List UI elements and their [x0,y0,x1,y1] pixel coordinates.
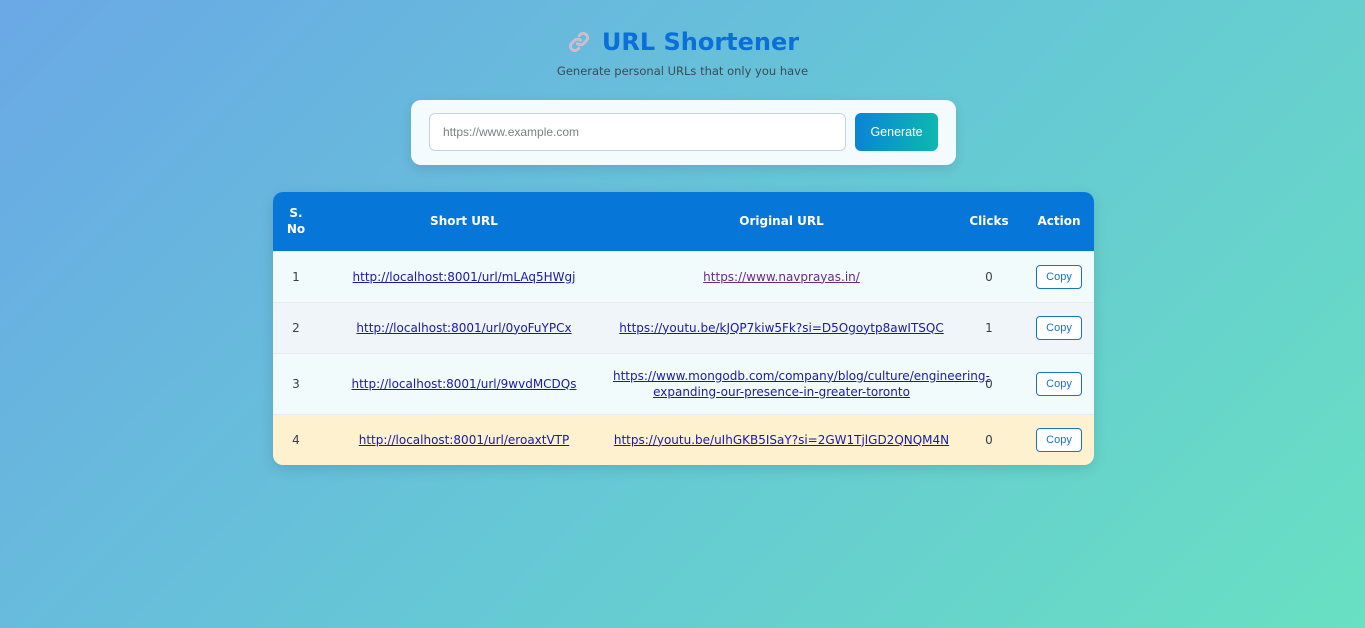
cell-clicks: 0 [954,352,1024,414]
cell-short-url: http://localhost:8001/url/eroaxtVTP [319,413,609,465]
short-url-link[interactable]: http://localhost:8001/url/mLAq5HWgj [353,270,576,284]
cell-original-url: https://www.navprayas.in/ [609,250,954,302]
table-row: 2 http://localhost:8001/url/0yoFuYPCx ht… [273,301,1094,353]
original-url-link[interactable]: https://www.navprayas.in/ [703,270,860,284]
cell-clicks: 0 [954,250,1024,302]
table-header-row: S. No Short URL Original URL Clicks Acti… [273,192,1094,251]
generate-button[interactable]: Generate [855,113,938,151]
column-header-action: Action [1037,214,1081,229]
link-icon [568,32,589,52]
column-header-original-url: Original URL [739,214,824,229]
table-row: 3 http://localhost:8001/url/9wvdMCDQs ht… [273,352,1094,414]
page-title-text: URL Shortener [601,28,800,56]
copy-button[interactable]: Copy [1036,371,1082,396]
original-url-line1: https://www.mongodb.com/company/blog/cul… [613,368,990,383]
short-url-link[interactable]: http://localhost:8001/url/eroaxtVTP [359,433,570,447]
short-url-link[interactable]: http://localhost:8001/url/0yoFuYPCx [356,321,571,335]
cell-short-url: http://localhost:8001/url/9wvdMCDQs [319,352,609,414]
page-title: URL Shortener [566,26,799,58]
page-subtitle: Generate personal URLs that only you hav… [556,64,809,78]
copy-button[interactable]: Copy [1036,427,1082,452]
cell-clicks: 0 [954,413,1024,465]
column-header-clicks: Clicks [969,214,1009,229]
cell-action: Copy [1024,352,1094,414]
cell-sno: 2 [273,301,319,353]
page-header: URL Shortener Generate personal URLs tha… [0,26,1365,78]
urls-table-card: S. No Short URL Original URL Clicks Acti… [273,192,1094,465]
url-input[interactable] [429,113,846,151]
column-header-short-url: Short URL [430,214,498,229]
cell-short-url: http://localhost:8001/url/0yoFuYPCx [319,301,609,353]
column-header-sno: S. No [273,192,319,251]
cell-original-url: https://www.mongodb.com/company/blog/cul… [609,352,990,414]
column-header-sno-line2: No [286,222,306,237]
cell-action: Copy [1024,413,1094,465]
cell-action: Copy [1024,250,1094,302]
copy-button[interactable]: Copy [1036,264,1082,289]
cell-clicks: 1 [954,301,1024,353]
cell-action: Copy [1024,301,1094,353]
cell-sno: 3 [273,352,319,414]
table-row: 4 http://localhost:8001/url/eroaxtVTP ht… [273,413,1094,465]
url-form: Generate [411,100,956,165]
cell-short-url: http://localhost:8001/url/mLAq5HWgj [319,250,609,302]
cell-sno: 4 [273,413,319,465]
original-url-line2: expanding-our-presence-in-greater-toront… [653,384,910,399]
short-url-link[interactable]: http://localhost:8001/url/9wvdMCDQs [351,377,576,391]
original-url-link[interactable]: https://www.mongodb.com/company/blog/cul… [613,369,990,399]
copy-button[interactable]: Copy [1036,315,1082,340]
original-url-link[interactable]: https://youtu.be/kJQP7kiw5Fk?si=D5Ogoytp… [619,321,943,335]
cell-sno: 1 [273,250,319,302]
cell-original-url: https://youtu.be/uIhGKB5ISaY?si=2GW1TjlG… [609,413,954,465]
cell-original-url: https://youtu.be/kJQP7kiw5Fk?si=D5Ogoytp… [609,301,954,353]
column-header-sno-line1: S. [289,206,303,221]
original-url-link[interactable]: https://youtu.be/uIhGKB5ISaY?si=2GW1TjlG… [614,433,949,447]
urls-table: S. No Short URL Original URL Clicks Acti… [273,192,1094,465]
table-row: 1 http://localhost:8001/url/mLAq5HWgj ht… [273,250,1094,302]
